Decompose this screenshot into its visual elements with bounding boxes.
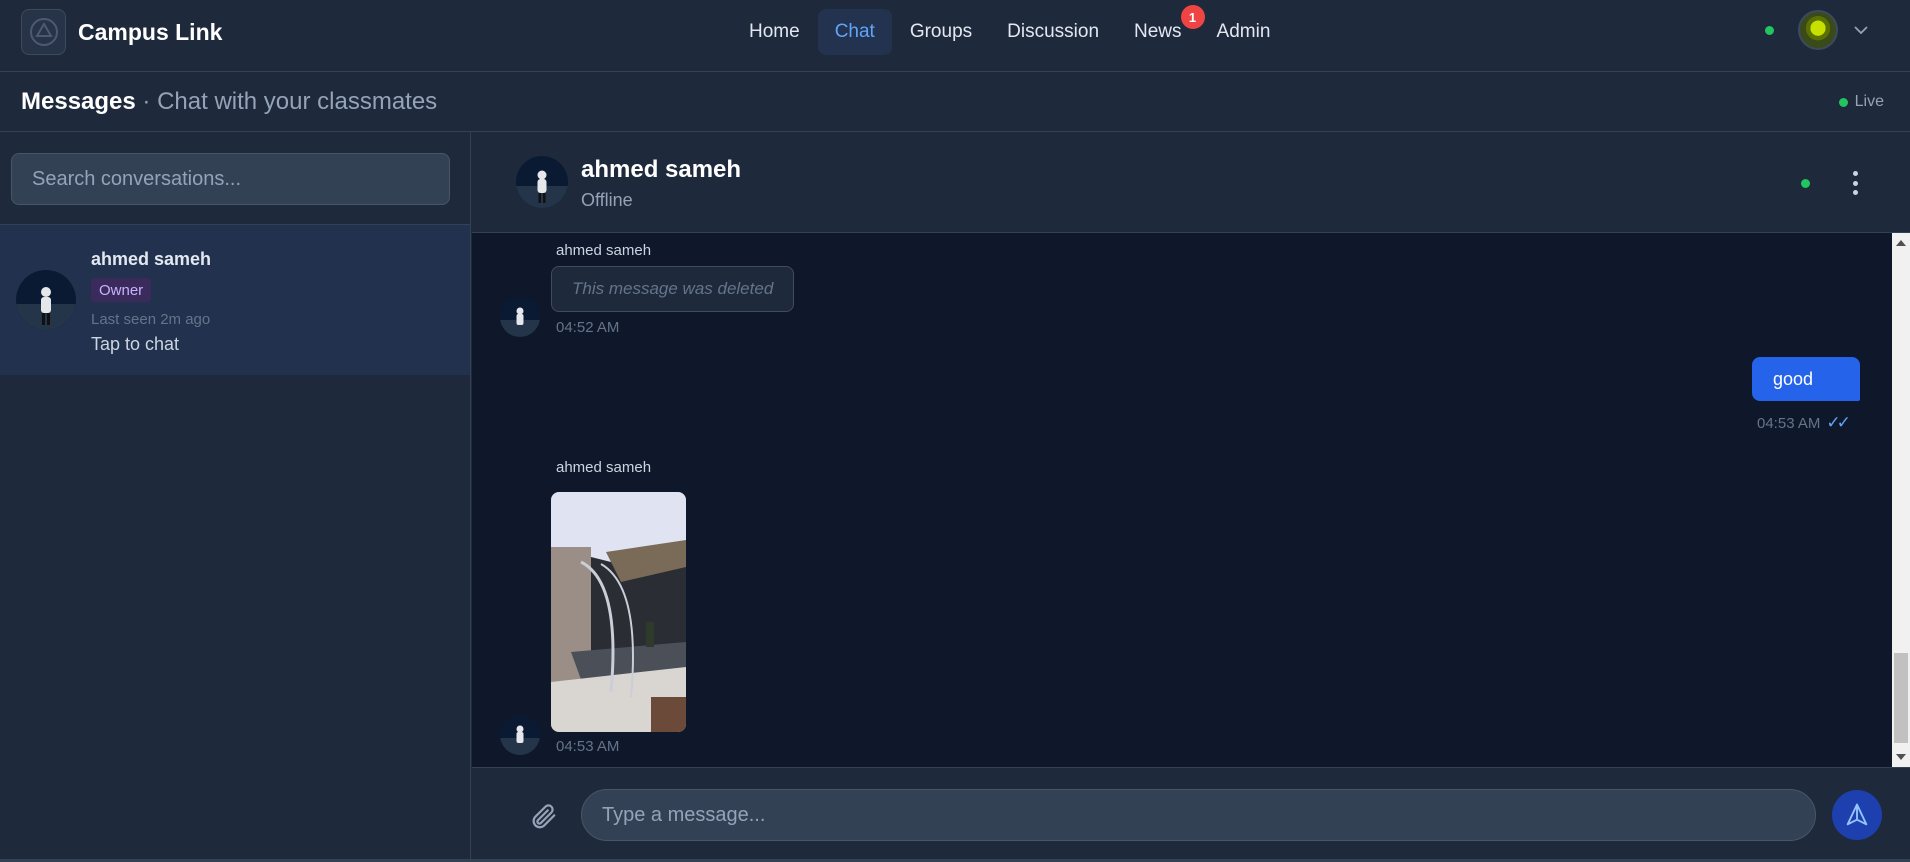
read-receipt-icon: ✓✓ <box>1826 413 1850 432</box>
message-time: 04:53 AM <box>1757 414 1821 432</box>
message-time: 04:52 AM <box>556 319 620 336</box>
live-dot <box>1838 97 1848 107</box>
contact-avatar <box>16 270 76 330</box>
search-wrap <box>11 153 450 205</box>
page-subtitle: · Chat with your classmates <box>142 88 438 115</box>
scroll-up-arrow[interactable] <box>1896 240 1906 246</box>
deleted-message-bubble[interactable]: This message was deleted <box>551 266 795 312</box>
chat-contact-avatar[interactable] <box>516 156 568 208</box>
search-input[interactable] <box>11 153 450 205</box>
chat-contact-status: Offline <box>581 190 633 210</box>
chat-contact-name: ahmed sameh <box>581 156 742 183</box>
page-header: Messages · Chat with your classmates Liv… <box>0 72 1910 132</box>
outgoing-message-meta: 04:53 AM ✓✓ <box>1757 413 1851 433</box>
last-seen: Last seen 2m ago <box>91 311 211 328</box>
scroll-down-arrow[interactable] <box>1896 754 1906 760</box>
conversation-preview: Tap to chat <box>91 334 180 354</box>
message-time: 04:53 AM <box>556 738 620 755</box>
main-nav: Home Chat Groups Discussion News 1 Admin <box>732 5 1288 55</box>
nav-admin[interactable]: Admin <box>1200 9 1288 55</box>
page-title-main: Messages <box>21 88 136 115</box>
logo-icon <box>21 9 66 55</box>
image-thumbnail <box>551 492 686 732</box>
message-composer <box>472 767 1910 862</box>
live-label: Live <box>1854 93 1884 110</box>
user-area <box>1765 10 1870 50</box>
app-name: Campus Link <box>78 18 223 45</box>
live-indicator: Live <box>1838 93 1884 111</box>
top-navbar: Campus Link Home Chat Groups Discussion … <box>0 0 1910 72</box>
message-sender: ahmed sameh <box>556 242 652 259</box>
send-icon <box>1846 803 1868 826</box>
send-button[interactable] <box>1832 790 1882 840</box>
nav-groups[interactable]: Groups <box>893 9 989 55</box>
outgoing-message-bubble[interactable]: good <box>1752 357 1860 401</box>
chat-header: ahmed sameh Offline <box>472 132 1910 233</box>
online-status-dot <box>1765 25 1774 35</box>
message-scrollbar[interactable] <box>1892 233 1910 767</box>
conversation-item[interactable]: ahmed sameh Owner Last seen 2m ago Tap t… <box>0 225 470 375</box>
page-title: Messages · Chat with your classmates <box>21 88 437 116</box>
brand[interactable]: Campus Link <box>21 9 222 55</box>
conversation-name: ahmed sameh <box>91 249 212 269</box>
image-message[interactable] <box>551 492 686 732</box>
nav-home[interactable]: Home <box>732 9 817 55</box>
connection-dot <box>1801 179 1810 188</box>
nav-chat[interactable]: Chat <box>817 9 892 55</box>
nav-news[interactable]: News 1 <box>1117 5 1205 55</box>
message-avatar <box>500 297 540 337</box>
message-avatar <box>500 715 540 755</box>
message-sender: ahmed sameh <box>556 459 652 476</box>
role-badge: Owner <box>91 278 152 302</box>
more-vertical-icon[interactable] <box>1845 168 1865 198</box>
nav-news-label: News <box>1134 21 1182 42</box>
scroll-thumb[interactable] <box>1894 653 1908 743</box>
message-list[interactable]: ahmed sameh This message was deleted 04:… <box>472 233 1892 767</box>
nav-discussion[interactable]: Discussion <box>990 9 1116 55</box>
conversations-sidebar: ahmed sameh Owner Last seen 2m ago Tap t… <box>0 132 471 862</box>
user-avatar[interactable] <box>1798 10 1838 50</box>
chevron-down-icon[interactable] <box>1852 21 1870 39</box>
message-input[interactable] <box>581 789 1816 841</box>
paperclip-icon[interactable] <box>528 801 558 831</box>
